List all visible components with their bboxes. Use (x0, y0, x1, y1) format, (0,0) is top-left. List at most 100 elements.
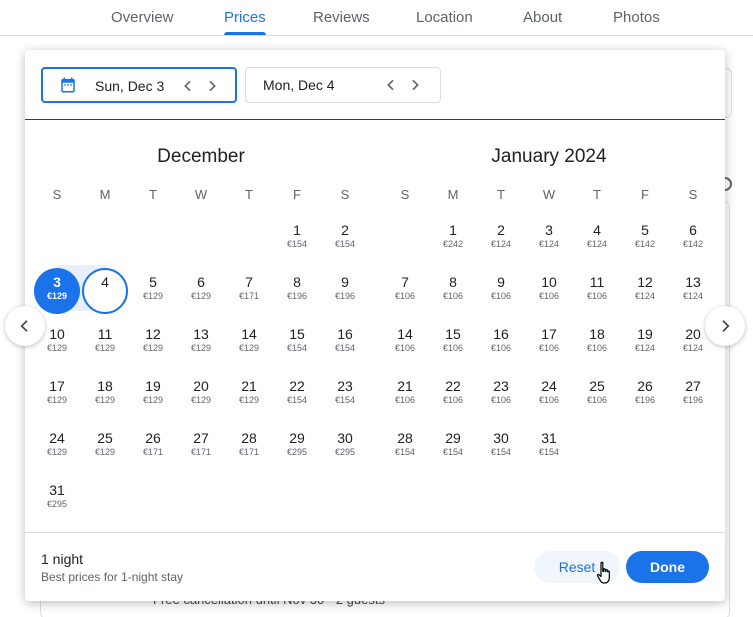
chevron-right-icon[interactable] (407, 77, 423, 93)
calendar-day[interactable]: 7 €106 (382, 268, 428, 314)
calendar-day[interactable]: 27 €171 (178, 424, 224, 470)
calendar-day[interactable]: 15 €154 (274, 320, 320, 366)
tab-reviews[interactable]: Reviews (313, 9, 370, 26)
calendar-day[interactable]: 20 €129 (178, 372, 224, 418)
calendar-day[interactable]: 18 €129 (82, 372, 128, 418)
calendar-day[interactable]: 13 €124 (670, 268, 716, 314)
previous-month-button[interactable] (5, 306, 45, 346)
calendar-day[interactable]: 6 €142 (670, 216, 716, 262)
calendar-day[interactable]: 14 €129 (226, 320, 272, 366)
day-number: 16 (337, 326, 353, 342)
calendar-day[interactable]: 10 €106 (526, 268, 572, 314)
day-price: €124 (538, 239, 560, 249)
day-price: €129 (94, 447, 116, 457)
calendar-day-checkin[interactable]: 3 €129 (34, 268, 80, 314)
calendar-day[interactable]: 8 €106 (430, 268, 476, 314)
day-number: 15 (445, 326, 461, 342)
calendar-day[interactable]: 27 €196 (670, 372, 716, 418)
chevron-right-icon[interactable] (204, 78, 220, 94)
tab-photos[interactable]: Photos (613, 9, 660, 26)
calendar-day[interactable]: 2 €154 (322, 216, 368, 262)
calendar-day[interactable]: 12 €129 (130, 320, 176, 366)
checkin-date-field[interactable]: Sun, Dec 3 (41, 67, 237, 103)
calendar-day[interactable]: 17 €129 (34, 372, 80, 418)
calendar-day[interactable]: 31 €154 (526, 424, 572, 470)
day-price: €124 (682, 291, 704, 301)
tab-about[interactable]: About (523, 9, 562, 26)
calendar-day[interactable]: 26 €196 (622, 372, 668, 418)
calendar-day[interactable]: 31 €295 (34, 476, 80, 522)
calendar-day[interactable]: 6 €129 (178, 268, 224, 314)
calendar-day[interactable]: 1 €154 (274, 216, 320, 262)
calendar-day[interactable]: 5 €142 (622, 216, 668, 262)
calendar-day[interactable]: 19 €124 (622, 320, 668, 366)
calendar-day[interactable]: 3 €124 (526, 216, 572, 262)
calendar-day[interactable]: 16 €106 (478, 320, 524, 366)
calendar-day[interactable]: 28 €154 (382, 424, 428, 470)
calendar-day[interactable]: 15 €106 (430, 320, 476, 366)
day-number: 7 (401, 274, 409, 290)
calendar-day[interactable]: 24 €106 (526, 372, 572, 418)
calendar-day[interactable]: 22 €106 (430, 372, 476, 418)
calendar-day[interactable]: 19 €129 (130, 372, 176, 418)
day-price: €124 (682, 343, 704, 353)
calendar-day[interactable]: 29 €295 (274, 424, 320, 470)
calendar-day[interactable]: 29 €154 (430, 424, 476, 470)
calendar-day[interactable]: 5 €129 (130, 268, 176, 314)
calendar-day[interactable]: 4 €124 (574, 216, 620, 262)
calendar-day[interactable]: 11 €129 (82, 320, 128, 366)
day-price: €106 (586, 395, 608, 405)
calendar-day[interactable]: 1 €242 (430, 216, 476, 262)
day-number: 22 (445, 378, 461, 394)
day-number: 28 (397, 430, 413, 446)
calendar-day[interactable]: 21 €129 (226, 372, 272, 418)
calendar-day[interactable]: 8 €196 (274, 268, 320, 314)
calendar-day[interactable]: 14 €106 (382, 320, 428, 366)
calendar-day-checkout[interactable]: 4 (82, 268, 128, 314)
day-price: €106 (442, 291, 464, 301)
day-price: €124 (634, 291, 656, 301)
chevron-left-icon (20, 320, 28, 332)
calendar-day[interactable]: 25 €129 (82, 424, 128, 470)
calendar-day[interactable]: 28 €171 (226, 424, 272, 470)
calendar-day[interactable]: 30 €295 (322, 424, 368, 470)
calendar-day[interactable]: 23 €106 (478, 372, 524, 418)
tab-bar: Overview Prices Reviews Location About P… (0, 0, 753, 36)
next-month-button[interactable] (705, 306, 745, 346)
day-number: 3 (53, 274, 61, 290)
day-number: 27 (193, 430, 209, 446)
calendar-day[interactable]: 23 €154 (322, 372, 368, 418)
day-number: 29 (289, 430, 305, 446)
day-number: 9 (497, 274, 505, 290)
day-number: 28 (241, 430, 257, 446)
calendar-day[interactable]: 25 €106 (574, 372, 620, 418)
calendar-day[interactable]: 18 €106 (574, 320, 620, 366)
calendar-day[interactable]: 24 €129 (34, 424, 80, 470)
calendar-day[interactable]: 12 €124 (622, 268, 668, 314)
calendar-day[interactable]: 17 €106 (526, 320, 572, 366)
checkout-date-field[interactable]: Mon, Dec 4 (245, 67, 441, 103)
chevron-left-icon[interactable] (383, 77, 399, 93)
tab-prices[interactable]: Prices (224, 9, 266, 26)
chevron-left-icon[interactable] (180, 78, 196, 94)
calendar-day[interactable]: 13 €129 (178, 320, 224, 366)
day-price: €154 (490, 447, 512, 457)
day-number: 12 (637, 274, 653, 290)
calendar-day[interactable]: 11 €106 (574, 268, 620, 314)
calendar-day[interactable]: 16 €154 (322, 320, 368, 366)
day-number: 13 (685, 274, 701, 290)
day-price: €106 (538, 395, 560, 405)
calendar-day[interactable]: 2 €124 (478, 216, 524, 262)
calendar-day[interactable]: 21 €106 (382, 372, 428, 418)
day-number: 24 (49, 430, 65, 446)
calendar-day[interactable]: 30 €154 (478, 424, 524, 470)
calendar-day[interactable]: 22 €154 (274, 372, 320, 418)
calendar-day[interactable]: 26 €171 (130, 424, 176, 470)
done-button[interactable]: Done (626, 551, 709, 583)
day-price: €242 (442, 239, 464, 249)
calendar-day[interactable]: 9 €196 (322, 268, 368, 314)
calendar-day[interactable]: 9 €106 (478, 268, 524, 314)
tab-overview[interactable]: Overview (111, 9, 174, 26)
tab-location[interactable]: Location (416, 9, 473, 26)
calendar-day[interactable]: 7 €171 (226, 268, 272, 314)
